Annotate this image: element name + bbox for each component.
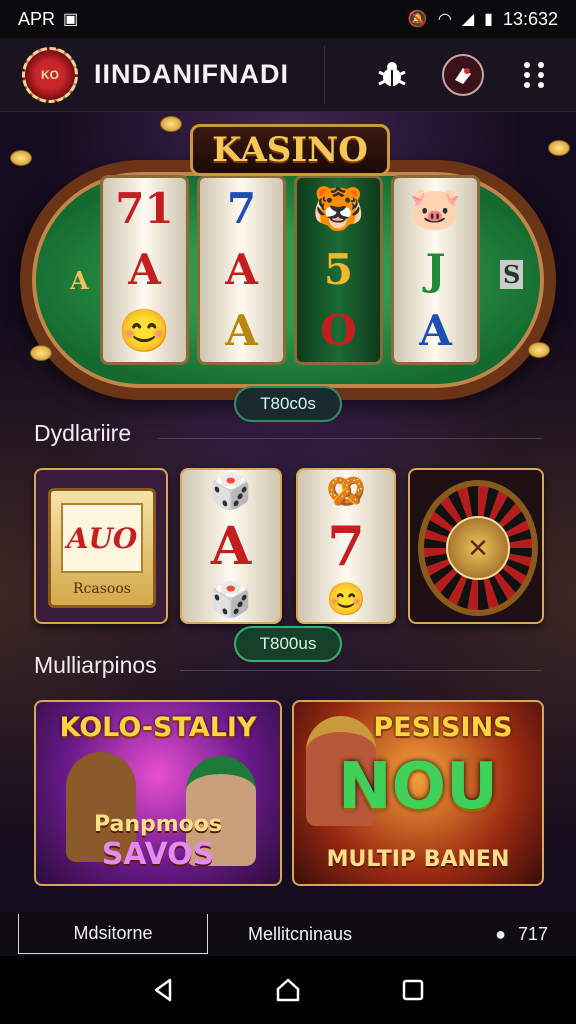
- reel-symbol: 🐷: [409, 183, 462, 233]
- recents-button[interactable]: [393, 970, 433, 1010]
- bug-button[interactable]: [372, 55, 412, 95]
- wifi-icon: ◠: [437, 11, 452, 28]
- banner-footer: Panpmoos SAVOS: [36, 812, 280, 872]
- reel-symbol: 71: [115, 183, 174, 233]
- battery-icon: ▮: [484, 11, 493, 28]
- recents-icon: [403, 979, 424, 1001]
- coin-icon: [548, 140, 570, 156]
- roulette-tile[interactable]: ✕: [408, 468, 544, 624]
- reel-symbol: J: [425, 244, 446, 294]
- tile-title: AUO: [61, 503, 143, 573]
- coin-icon: [160, 116, 182, 132]
- back-button[interactable]: [143, 970, 183, 1010]
- banner-title: PESISINS: [373, 712, 513, 743]
- section-divider: [158, 438, 542, 439]
- tab-secondary[interactable]: Mellitcninaus: [240, 914, 360, 954]
- reel-3: 🐯 5 O: [294, 175, 383, 365]
- promo-banner[interactable]: PESISINS NOU MULTIP BANEN: [292, 700, 544, 886]
- tab-count[interactable]: ● 717: [495, 914, 548, 954]
- banner-footer: MULTIP BANEN: [326, 847, 510, 872]
- reel-symbol: A: [225, 306, 258, 356]
- tile-symbol: 7: [327, 514, 365, 578]
- banner-footer-left: Panpmoos: [93, 812, 223, 837]
- reel-1: 71 A 😊: [100, 175, 189, 365]
- notification-icon: ▣: [63, 11, 79, 28]
- reels: 71 A 😊 7 A A 🐯 5 O 🐷 J A: [100, 175, 480, 365]
- bottom-tab-bar: Mdsitorne Mellitcninaus ● 717: [0, 912, 576, 956]
- card-icon: S: [500, 260, 524, 289]
- app-title: IINDANIFNADI: [94, 59, 289, 89]
- reel-symbol: A: [419, 306, 452, 356]
- bug-icon: [378, 61, 406, 86]
- reel-symbol: O: [320, 306, 357, 356]
- more-icon: [524, 61, 544, 88]
- clock: 13:632: [502, 8, 558, 29]
- section-divider: [180, 670, 542, 671]
- reel-symbol: 😊: [118, 306, 171, 356]
- coin-icon: [528, 342, 550, 358]
- divider: [324, 46, 325, 104]
- reel-symbol: 7: [226, 183, 257, 233]
- promo-banner[interactable]: KOLO-STALIY Panpmoos SAVOS: [34, 700, 282, 886]
- section-title: Dydlariire: [34, 420, 132, 446]
- reel-symbol: A: [225, 244, 258, 294]
- app-bar: KO IINDANIFNADI: [0, 38, 576, 112]
- reel-symbol: 5: [323, 244, 354, 294]
- card-icon: A: [70, 266, 89, 295]
- app-logo[interactable]: KO: [22, 46, 78, 103]
- more-button[interactable]: [514, 55, 554, 95]
- tile-symbol: 🎲: [209, 580, 253, 620]
- roulette-hub-icon: ✕: [446, 516, 510, 580]
- tile-subtitle: Rcasoos: [73, 581, 131, 597]
- count-label: 717: [517, 923, 548, 944]
- tile-symbol: 😊: [326, 580, 366, 618]
- banner-title: KOLO-STALIY: [59, 712, 257, 743]
- banner-footer-right: SAVOS: [101, 837, 215, 872]
- mute-icon: 🔕: [407, 11, 428, 28]
- hero-slot-machine[interactable]: KASINO 71 A 😊 7 A A 🐯 5 O 🐷 J A A S: [10, 124, 566, 400]
- section-title: Mulliarpinos: [34, 652, 157, 678]
- status-bar: APR ▣ 🔕 ◠ ◢ ▮ 13:632: [0, 0, 576, 38]
- tile-symbol: A: [210, 516, 252, 577]
- game-tile[interactable]: AUO Rcasoos: [34, 468, 168, 624]
- row-badge[interactable]: T800us: [234, 626, 342, 662]
- coin-icon: [30, 345, 52, 361]
- person-icon: ●: [495, 923, 506, 944]
- signal-icon: ◢: [461, 11, 475, 28]
- hero-title: KASINO: [190, 124, 390, 176]
- logo-text: KO: [41, 67, 59, 82]
- tile-symbol: 🥨: [326, 472, 366, 510]
- gamepad-icon: [455, 67, 471, 84]
- reel-symbol: 🐯: [312, 183, 365, 233]
- carrier-label: APR: [18, 8, 56, 29]
- game-tile[interactable]: 🎲 A 🎲: [180, 468, 282, 624]
- hero-badge[interactable]: T80c0s: [234, 386, 342, 422]
- home-button[interactable]: [268, 970, 308, 1010]
- reel-symbol: A: [128, 244, 161, 294]
- game-tile[interactable]: 🥨 7 😊: [296, 468, 396, 624]
- tile-symbol: 🎲: [209, 472, 253, 512]
- system-nav-bar: [0, 956, 576, 1024]
- roulette-wheel: ✕: [418, 480, 538, 616]
- coin-icon: [10, 150, 32, 166]
- reel-2: 7 A A: [197, 175, 286, 365]
- back-icon: [154, 978, 171, 1002]
- tab-main[interactable]: Mdsitorne: [18, 914, 208, 954]
- home-icon: [276, 978, 300, 1002]
- gamepad-button[interactable]: [442, 53, 484, 96]
- banner-headline: NOU: [338, 750, 498, 824]
- tile-frame: AUO Rcasoos: [48, 488, 156, 608]
- reel-4: 🐷 J A: [391, 175, 480, 365]
